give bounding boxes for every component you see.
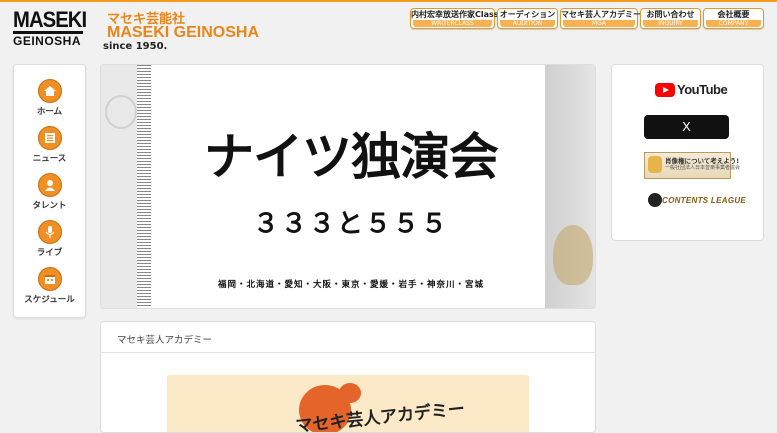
promo-character-icon: [648, 156, 662, 173]
banner-emblem: [553, 225, 593, 285]
nav-label: 会社概要: [717, 10, 750, 19]
nav-sublabel: COMPANY: [706, 20, 761, 27]
live-mic-icon: [38, 220, 62, 244]
news-icon: [38, 126, 62, 150]
youtube-label: YouTube: [677, 82, 728, 97]
sidenav-item-live[interactable]: ライブ: [14, 220, 85, 264]
nav-sublabel: INQUIRY: [643, 20, 698, 27]
bomb-icon: [648, 193, 662, 207]
academy-divider: [101, 352, 595, 353]
contents-league-link[interactable]: CONTENTS LEAGUE: [648, 193, 746, 209]
banner-left-decoration: [101, 65, 137, 308]
sidenav-label: ライブ: [36, 248, 63, 258]
portrait-rights-banner[interactable]: 肖像権について考えよう! 一般社団法人日本音楽事業者協会: [644, 152, 740, 179]
x-logo-icon: X: [682, 119, 691, 134]
nav-writer-class-button[interactable]: 内村宏幸放送作家Class WRITERCLASS: [410, 8, 499, 29]
academy-banner-image[interactable]: マセキ芸人アカデミー: [167, 375, 529, 432]
sidenav-label: スケジュール: [24, 295, 75, 305]
nav-inquiry-button[interactable]: お問い合わせ INQUIRY: [640, 8, 701, 29]
nav-company-button[interactable]: 会社概要 COMPANY: [703, 8, 764, 29]
sidenav-label: タレント: [32, 201, 67, 211]
nav-label: マセキ芸人アカデミー: [561, 10, 641, 19]
side-navigation: ホーム ニュース タレント ライブ スケジュール: [13, 64, 86, 318]
logo-bottom-text: GEINOSHA: [13, 34, 82, 48]
nav-sublabel: MGA: [563, 20, 635, 27]
nav-label: オーディション: [499, 10, 556, 19]
youtube-play-icon: [655, 83, 675, 97]
banner-title: ナイツ独演会: [204, 128, 499, 186]
nav-academy-button[interactable]: マセキ芸人アカデミー MGA: [560, 8, 641, 29]
sidenav-item-news[interactable]: ニュース: [14, 126, 85, 170]
nav-label: お問い合わせ: [646, 10, 695, 19]
academy-section: マセキ芸人アカデミー マセキ芸人アカデミー: [100, 321, 596, 433]
home-icon: [38, 79, 62, 103]
top-accent-line: [0, 0, 777, 2]
promo-org: 一般社団法人日本音楽事業者協会: [665, 165, 741, 171]
talent-icon: [38, 173, 62, 197]
sidenav-item-home[interactable]: ホーム: [14, 79, 85, 123]
main-banner[interactable]: ナイツ独演会 ３３３と５５５ 福岡・北海道・愛知・大阪・東京・愛媛・岩手・神奈川…: [100, 64, 596, 309]
social-links-panel: YouTube X 肖像権について考えよう! 一般社団法人日本音楽事業者協会 C…: [611, 64, 764, 241]
since-text: since 1950.: [103, 41, 168, 52]
nav-label: 内村宏幸放送作家Class: [411, 10, 499, 19]
banner-tour-places: 福岡・北海道・愛知・大阪・東京・愛媛・岩手・神奈川・宮城: [217, 280, 484, 290]
nav-audition-button[interactable]: オーディション AUDITION: [497, 8, 558, 29]
nav-sublabel: AUDITION: [500, 20, 555, 27]
maseki-logo[interactable]: MASEKI GEINOSHA: [13, 7, 87, 48]
sidenav-label: ニュース: [32, 154, 67, 164]
banner-stripes: [137, 65, 151, 308]
sidenav-item-schedule[interactable]: スケジュール: [14, 267, 85, 311]
calendar-icon: [38, 267, 62, 291]
academy-heading[interactable]: マセキ芸人アカデミー: [117, 332, 212, 346]
logo-top-text: MASEKI: [13, 7, 87, 32]
academy-character-ear: [339, 383, 361, 403]
youtube-link[interactable]: YouTube: [655, 82, 728, 98]
banner-subtitle: ３３３と５５５: [252, 209, 449, 239]
brand-name-en[interactable]: MASEKI GEINOSHA: [107, 24, 259, 42]
contents-league-label: CONTENTS LEAGUE: [662, 196, 747, 205]
sidenav-label: ホーム: [36, 107, 63, 117]
nav-sublabel: WRITERCLASS: [413, 20, 492, 27]
x-link-button[interactable]: X: [644, 115, 729, 139]
sidenav-item-talent[interactable]: タレント: [14, 173, 85, 217]
